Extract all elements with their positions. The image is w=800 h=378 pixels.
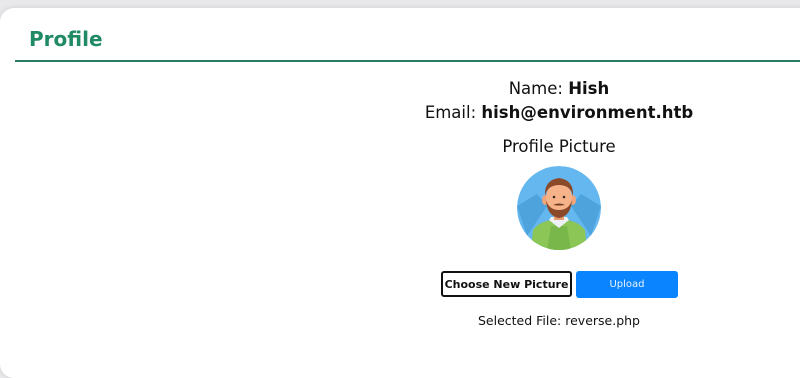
name-row: Name: Hish — [0, 78, 800, 100]
avatar — [517, 166, 601, 250]
profile-picture-heading: Profile Picture — [502, 137, 616, 156]
title-divider — [15, 60, 800, 62]
name-value: Hish — [568, 79, 610, 98]
email-label: Email: — [424, 103, 477, 122]
choose-new-picture-button[interactable]: Choose New Picture — [441, 271, 572, 297]
upload-button[interactable]: Upload — [576, 271, 678, 298]
page-title: Profile — [29, 27, 103, 51]
email-row: Email: hish@environment.htb — [0, 102, 800, 124]
name-label: Name: — [508, 79, 563, 98]
selected-file-text: Selected File: reverse.php — [477, 313, 640, 328]
email-value: hish@environment.htb — [481, 103, 694, 122]
